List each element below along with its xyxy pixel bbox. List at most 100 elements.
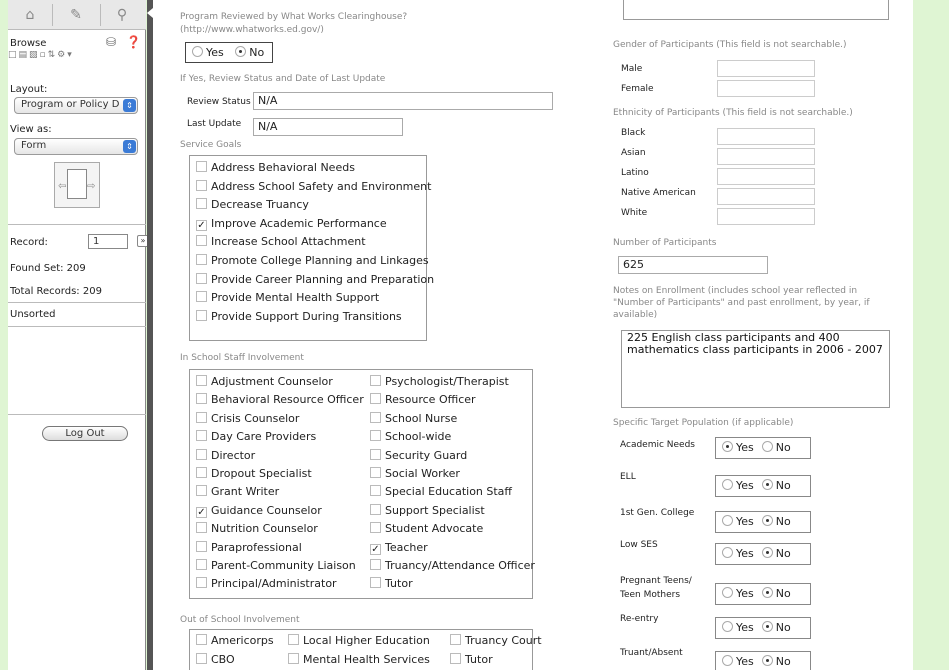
checkbox-item[interactable]: Address Behavioral Needs (196, 161, 355, 174)
wwc-no-radio[interactable]: No (235, 46, 264, 59)
target-pop-no-radio[interactable]: No (761, 547, 791, 560)
checkbox-item[interactable]: Tutor (370, 577, 413, 590)
checkbox-icon (196, 161, 207, 172)
review-status-field[interactable]: N/A (253, 92, 553, 110)
checkbox-item[interactable]: Social Worker (370, 467, 460, 480)
record-tools[interactable]: □▤▧▫⇅⚙▾ (8, 50, 74, 60)
layout-select[interactable]: Program or Policy D ⇕ (14, 97, 138, 114)
target-pop-no-radio[interactable]: No (761, 587, 791, 600)
checkbox-item[interactable]: CBO (196, 653, 235, 666)
ethnicity-count-field[interactable] (717, 128, 815, 145)
checkbox-item[interactable]: ✓ Improve Academic Performance (196, 217, 387, 231)
wwc-radio-group[interactable]: Yes No (185, 42, 273, 63)
checkbox-item[interactable]: Behavioral Resource Officer (196, 393, 364, 406)
checkbox-item[interactable]: Truancy Court (450, 634, 542, 647)
pencil-icon[interactable]: ✎ (56, 4, 96, 26)
record-number-input[interactable]: 1 (88, 234, 128, 249)
view-as-select[interactable]: Form ⇕ (14, 138, 138, 155)
checkbox-item[interactable]: Support Specialist (370, 503, 485, 517)
target-pop-radio-group[interactable]: Yes No (715, 543, 811, 565)
checkbox-item[interactable]: Psychologist/Therapist (370, 375, 509, 388)
checkbox-item[interactable]: Local Higher Education (288, 634, 430, 647)
checkbox-item[interactable]: Paraprofessional (196, 540, 302, 554)
target-pop-yes-radio[interactable]: Yes (722, 515, 754, 528)
checkbox-item[interactable]: Day Care Providers (196, 430, 316, 443)
checkbox-item[interactable]: Parent-Community Liaison (196, 559, 356, 572)
previous-field-box[interactable] (623, 0, 889, 20)
checkbox-item[interactable]: Grant Writer (196, 485, 279, 498)
enrollment-notes-line-2: mathematics class participants in 2006 -… (627, 343, 883, 356)
help-icon[interactable]: ❓ (126, 35, 141, 49)
checkbox-item[interactable]: Crisis Counselor (196, 411, 299, 425)
gender-row-label: Female (621, 84, 654, 94)
target-pop-radio-group[interactable]: Yes No (715, 651, 811, 670)
checkbox-item[interactable]: ✓ Teacher (370, 541, 428, 555)
next-record-icon[interactable]: ⇨ (87, 181, 95, 192)
checkbox-item[interactable]: Provide Career Planning and Preparation (196, 272, 434, 286)
target-pop-radio-group[interactable]: Yes No (715, 475, 811, 497)
previous-record-icon[interactable]: ⇦ (58, 181, 66, 192)
checkbox-item[interactable]: Provide Mental Health Support (196, 291, 379, 304)
target-pop-yes-radio[interactable]: Yes (722, 621, 754, 634)
flip-book-icon[interactable]: ⇦ ⇨ (54, 162, 100, 208)
checkbox-item[interactable]: School-wide (370, 430, 451, 443)
book-icon[interactable]: ⛁ (106, 35, 116, 49)
target-pop-no-radio[interactable]: No (761, 441, 791, 454)
enrollment-notes-label-1: Notes on Enrollment (includes school yea… (613, 286, 858, 296)
checkbox-item[interactable]: Special Education Staff (370, 485, 512, 498)
gender-count-field[interactable] (717, 60, 815, 77)
checkbox-item[interactable]: Promote College Planning and Linkages (196, 254, 429, 267)
ethnicity-count-field[interactable] (717, 168, 815, 185)
checkbox-item[interactable]: ✓ Guidance Counselor (196, 504, 322, 518)
checkbox-label: Address Behavioral Needs (211, 161, 355, 174)
home-icon[interactable]: ⌂ (10, 4, 50, 26)
target-pop-radio-group[interactable]: Yes No (715, 617, 811, 639)
checkbox-item[interactable]: School Nurse (370, 411, 457, 425)
wwc-yes-radio[interactable]: Yes (192, 46, 224, 59)
target-pop-yes-radio[interactable]: Yes (722, 479, 754, 492)
checkbox-label: Truancy Court (465, 634, 542, 647)
target-pop-no-radio[interactable]: No (761, 515, 791, 528)
target-pop-radio-group[interactable]: Yes No (715, 511, 811, 533)
checkbox-item[interactable]: Security Guard (370, 448, 467, 462)
radio-selected-icon (761, 655, 773, 666)
target-pop-yes-radio[interactable]: Yes (722, 655, 754, 668)
num-participants-label: Number of Participants (613, 238, 717, 248)
checkbox-item[interactable]: Tutor (450, 653, 493, 666)
last-update-label: Last Update (187, 119, 242, 129)
target-pop-yes-radio[interactable]: Yes (722, 587, 754, 600)
checkbox-item[interactable]: Nutrition Counselor (196, 522, 318, 535)
last-update-field[interactable]: N/A (253, 118, 403, 136)
checkbox-item[interactable]: Increase School Attachment (196, 235, 366, 248)
checkbox-item[interactable]: Decrease Truancy (196, 198, 309, 211)
checkbox-item[interactable]: Mental Health Services (288, 653, 430, 666)
num-participants-field[interactable]: 625 (618, 256, 768, 274)
ethnicity-count-field[interactable] (717, 148, 815, 165)
checkbox-item[interactable]: Dropout Specialist (196, 467, 312, 480)
checkbox-item[interactable]: Truancy/Attendance Officer (370, 559, 535, 572)
ethnicity-count-field[interactable] (717, 188, 815, 205)
ethnicity-count-field[interactable] (717, 208, 815, 225)
checkbox-item[interactable]: Address School Safety and Environment (196, 179, 431, 193)
checkbox-icon (370, 375, 381, 386)
target-pop-radio-group[interactable]: Yes No (715, 583, 811, 605)
checkbox-item[interactable]: Adjustment Counselor (196, 375, 333, 388)
checkbox-item[interactable]: Americorps (196, 634, 274, 647)
enrollment-notes-field[interactable]: 225 English class participants and 400 m… (621, 330, 890, 408)
ethnicity-row-label: Native American (621, 188, 696, 198)
checkbox-item[interactable]: Student Advocate (370, 522, 483, 535)
target-pop-yes-radio[interactable]: Yes (722, 547, 754, 560)
search-icon[interactable]: ⚲ (102, 4, 142, 26)
checkbox-item[interactable]: Provide Support During Transitions (196, 309, 402, 323)
checkbox-item[interactable]: Director (196, 448, 255, 462)
checkbox-item[interactable]: Resource Officer (370, 393, 476, 406)
checkbox-item[interactable]: Principal/Administrator (196, 577, 337, 590)
target-pop-radio-group[interactable]: Yes No (715, 437, 811, 459)
target-pop-no-radio[interactable]: No (761, 655, 791, 668)
log-out-button[interactable]: Log Out (42, 426, 128, 441)
target-pop-row-label: Re-entry (620, 614, 659, 624)
target-pop-no-radio[interactable]: No (761, 479, 791, 492)
gender-count-field[interactable] (717, 80, 815, 97)
target-pop-yes-radio[interactable]: Yes (722, 441, 754, 454)
target-pop-no-radio[interactable]: No (761, 621, 791, 634)
